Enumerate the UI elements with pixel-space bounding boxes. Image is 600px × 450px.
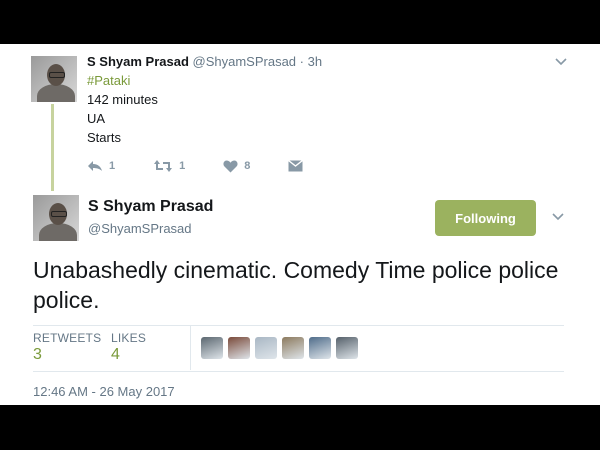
reply-icon [88, 161, 102, 171]
liker-avatar[interactable] [201, 337, 223, 359]
direct-message-button[interactable] [288, 160, 309, 172]
parent-tweet-header: S Shyam Prasad @ShyamSPrasad · 3h [87, 54, 322, 69]
stats-separator [190, 326, 191, 370]
retweets-value[interactable]: 3 [33, 346, 42, 364]
parent-line-runtime: 142 minutes [87, 92, 158, 107]
tweet-card: S Shyam Prasad @ShyamSPrasad · 3h #Patak… [0, 44, 600, 405]
thread-connector [51, 104, 54, 191]
parent-chevron-down-icon[interactable] [555, 58, 567, 66]
parent-line-starts: Starts [87, 130, 121, 145]
main-handle[interactable]: @ShyamSPrasad [88, 221, 192, 236]
like-button[interactable]: 8 [223, 160, 250, 173]
liker-avatar[interactable] [309, 337, 331, 359]
parent-action-bar: 1 1 8 [87, 158, 347, 174]
liker-avatar[interactable] [336, 337, 358, 359]
following-button[interactable]: Following [435, 200, 536, 236]
likes-label[interactable]: LIKES [111, 331, 146, 345]
like-count: 8 [244, 160, 251, 172]
liker-avatar[interactable] [255, 337, 277, 359]
parent-avatar[interactable] [31, 56, 77, 102]
main-avatar[interactable] [33, 195, 79, 241]
retweets-label[interactable]: RETWEETS [33, 331, 101, 345]
parent-hashtag[interactable]: #Pataki [87, 73, 130, 88]
likes-value[interactable]: 4 [111, 346, 120, 364]
heart-icon [223, 160, 238, 172]
envelope-icon [288, 160, 304, 172]
main-display-name[interactable]: S Shyam Prasad [88, 198, 213, 216]
reply-count: 1 [109, 160, 116, 172]
liker-avatar[interactable] [282, 337, 304, 359]
stats-bottom-divider [33, 371, 564, 372]
retweet-icon [154, 160, 173, 172]
retweet-count: 1 [179, 160, 186, 172]
retweet-button[interactable]: 1 [153, 160, 185, 172]
parent-handle[interactable]: @ShyamSPrasad [193, 54, 297, 69]
liker-avatar[interactable] [228, 337, 250, 359]
main-chevron-down-icon[interactable] [552, 213, 564, 221]
parent-line-rating: UA [87, 111, 106, 126]
liker-avatars [201, 337, 363, 359]
parent-display-name[interactable]: S Shyam Prasad [87, 54, 189, 69]
tweet-timestamp[interactable]: 12:46 AM - 26 May 2017 [33, 384, 175, 399]
reply-button[interactable]: 1 [87, 160, 115, 172]
parent-time[interactable]: · 3h [300, 54, 322, 69]
tweet-text: Unabashedly cinematic. Comedy Time polic… [33, 257, 559, 313]
stats-top-divider [33, 325, 564, 326]
